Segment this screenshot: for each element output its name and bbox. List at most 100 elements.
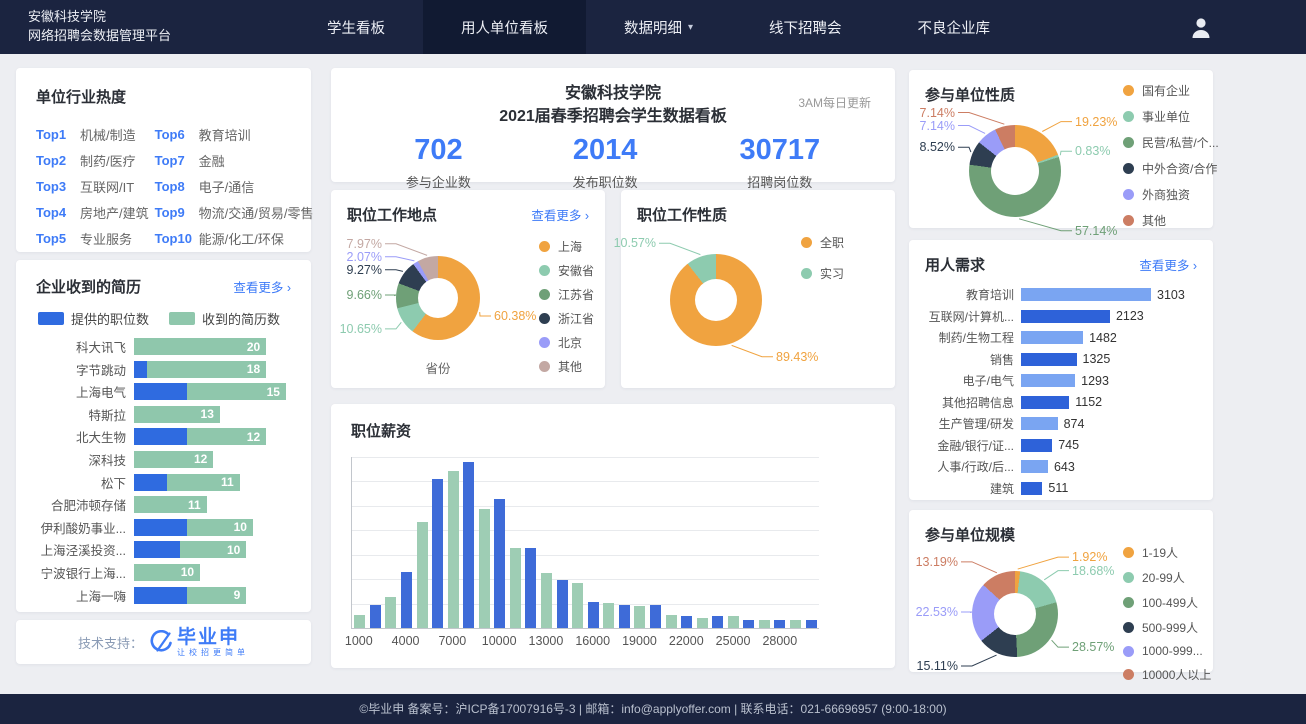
hist-bar[interactable] bbox=[728, 616, 739, 628]
demand-bar[interactable] bbox=[1021, 460, 1048, 473]
demand-row: 建筑 511 bbox=[925, 479, 1197, 498]
user-avatar-icon[interactable] bbox=[1188, 14, 1214, 40]
location-more-link[interactable]: 查看更多 › bbox=[531, 205, 589, 224]
resume-bar[interactable]: 13 bbox=[134, 406, 286, 423]
hist-bar[interactable] bbox=[401, 572, 412, 628]
legend-item[interactable]: 中外合资/合作 bbox=[1123, 160, 1219, 177]
legend-item[interactable]: 1000-999... bbox=[1123, 644, 1211, 658]
legend-item[interactable]: 江苏省 bbox=[539, 286, 594, 303]
demand-bar[interactable] bbox=[1021, 331, 1083, 344]
hist-bar[interactable] bbox=[619, 605, 630, 628]
hist-bar[interactable] bbox=[541, 573, 552, 628]
resume-bar[interactable]: 11 bbox=[134, 474, 286, 491]
hist-bar[interactable] bbox=[572, 583, 583, 628]
legend-item[interactable]: 实习 bbox=[801, 265, 844, 282]
hist-bar[interactable] bbox=[697, 618, 708, 628]
legend-item[interactable]: 1-19人 bbox=[1123, 544, 1211, 561]
hist-bar[interactable] bbox=[774, 620, 785, 628]
resume-bar[interactable]: 12 bbox=[134, 428, 286, 445]
legend-item[interactable]: 国有企业 bbox=[1123, 82, 1219, 99]
legend-item[interactable]: 北京 bbox=[539, 334, 594, 351]
demand-bar[interactable] bbox=[1021, 288, 1151, 301]
legend-item[interactable]: 20-99人 bbox=[1123, 569, 1211, 586]
unit-nature-donut-chart[interactable]: 7.14%7.14%8.52%19.23%0.83%57.14% bbox=[929, 110, 1101, 232]
unit-scale-donut-chart[interactable]: 13.19%22.53%15.11%1.92%18.68%28.57% bbox=[929, 560, 1101, 670]
hist-bar[interactable] bbox=[603, 603, 614, 628]
demand-bar[interactable] bbox=[1021, 482, 1042, 495]
hist-bar[interactable] bbox=[712, 616, 723, 628]
legend-item[interactable]: 浙江省 bbox=[539, 310, 594, 327]
company-label: 上海泾溪投资... bbox=[36, 540, 134, 559]
resume-bar[interactable]: 9 bbox=[134, 587, 286, 604]
hist-bar[interactable] bbox=[790, 620, 801, 628]
donut-pct-label: 60.38% bbox=[494, 309, 536, 323]
resume-bar[interactable]: 18 bbox=[134, 361, 286, 378]
hist-bar[interactable] bbox=[370, 605, 381, 628]
nav-item-data-detail[interactable]: 数据明细▾ bbox=[586, 0, 731, 54]
hist-bar[interactable] bbox=[354, 615, 365, 628]
legend-item[interactable]: 事业单位 bbox=[1123, 108, 1219, 125]
legend-item-positions[interactable]: 提供的职位数 bbox=[38, 309, 149, 328]
hist-bar[interactable] bbox=[417, 522, 428, 628]
legend-item[interactable]: 安徽省 bbox=[539, 262, 594, 279]
hist-bar[interactable] bbox=[448, 471, 459, 628]
demand-bar[interactable] bbox=[1021, 374, 1075, 387]
hist-bar[interactable] bbox=[666, 615, 677, 628]
nav-item-student-board[interactable]: 学生看板 bbox=[289, 0, 423, 54]
demand-bar[interactable] bbox=[1021, 396, 1069, 409]
resume-bar[interactable]: 11 bbox=[134, 496, 286, 513]
resume-bar[interactable]: 12 bbox=[134, 451, 286, 468]
legend-item[interactable]: 民营/私营/个... bbox=[1123, 134, 1219, 151]
donut-pct-label: 19.23% bbox=[1075, 115, 1117, 129]
top-navbar: 安徽科技学院 网络招聘会数据管理平台 学生看板 用人单位看板 数据明细▾ 线下招… bbox=[0, 0, 1306, 54]
resume-bar[interactable]: 15 bbox=[134, 383, 286, 400]
hist-bar[interactable] bbox=[510, 548, 521, 628]
hist-bar[interactable] bbox=[494, 499, 505, 628]
hist-bar[interactable] bbox=[681, 616, 692, 628]
legend-item[interactable]: 全职 bbox=[801, 234, 844, 251]
nav-item-employer-board[interactable]: 用人单位看板 bbox=[423, 0, 586, 54]
donut-pct-label: 28.57% bbox=[1072, 640, 1114, 654]
hist-bar[interactable] bbox=[463, 462, 474, 628]
resume-bar[interactable]: 20 bbox=[134, 338, 286, 355]
hist-bar[interactable] bbox=[634, 606, 645, 628]
legend-item[interactable]: 500-999人 bbox=[1123, 619, 1211, 636]
legend-item[interactable]: 10000人以上 bbox=[1123, 666, 1211, 683]
industry-rank-item: Top5 专业服务 bbox=[36, 229, 149, 248]
demand-more-link[interactable]: 查看更多 › bbox=[1139, 255, 1197, 274]
hist-bar[interactable] bbox=[806, 620, 817, 628]
resumes-more-link[interactable]: 查看更多 › bbox=[233, 277, 291, 296]
job-type-title: 职位工作性质 bbox=[637, 204, 727, 225]
resume-bar[interactable]: 10 bbox=[134, 519, 286, 536]
resume-bar[interactable]: 10 bbox=[134, 564, 286, 581]
legend-item[interactable]: 外商独资 bbox=[1123, 186, 1219, 203]
legend-item[interactable]: 其他 bbox=[1123, 212, 1219, 229]
donut-pct-label: 13.19% bbox=[916, 555, 958, 569]
hist-bar[interactable] bbox=[759, 620, 770, 628]
demand-row: 制药/生物工程 1482 bbox=[925, 328, 1197, 347]
demand-bar[interactable] bbox=[1021, 310, 1110, 323]
legend-item[interactable]: 100-499人 bbox=[1123, 594, 1211, 611]
nav-item-bad-company[interactable]: 不良企业库 bbox=[880, 0, 1029, 54]
job-location-card: 职位工作地点 查看更多 › 7.97%2.07%9.27%9.66%10.65%… bbox=[331, 190, 605, 388]
hist-bar[interactable] bbox=[479, 509, 490, 628]
location-donut-chart[interactable]: 7.97%2.07%9.27%9.66%10.65%60.38% bbox=[343, 246, 533, 366]
hist-bar[interactable] bbox=[650, 605, 661, 628]
hist-bar[interactable] bbox=[557, 580, 568, 628]
demand-bar[interactable] bbox=[1021, 353, 1077, 366]
hist-bar[interactable] bbox=[588, 602, 599, 629]
biyeshen-logo[interactable]: 毕业申 让校招更简单 bbox=[149, 628, 249, 657]
job-type-donut-chart[interactable]: 10.57%89.43% bbox=[631, 248, 821, 368]
legend-item-resumes[interactable]: 收到的简历数 bbox=[169, 309, 280, 328]
demand-bar[interactable] bbox=[1021, 417, 1058, 430]
demand-bar[interactable] bbox=[1021, 439, 1052, 452]
salary-histogram[interactable]: 1000400070001000013000160001900022000250… bbox=[351, 457, 875, 650]
hist-bar[interactable] bbox=[385, 597, 396, 628]
legend-item[interactable]: 上海 bbox=[539, 238, 594, 255]
resume-bar[interactable]: 10 bbox=[134, 541, 286, 558]
hist-bar[interactable] bbox=[432, 479, 443, 628]
legend-item[interactable]: 其他 bbox=[539, 358, 594, 375]
hist-bar[interactable] bbox=[743, 620, 754, 628]
hist-bar[interactable] bbox=[525, 548, 536, 628]
nav-item-offline-fair[interactable]: 线下招聘会 bbox=[731, 0, 880, 54]
